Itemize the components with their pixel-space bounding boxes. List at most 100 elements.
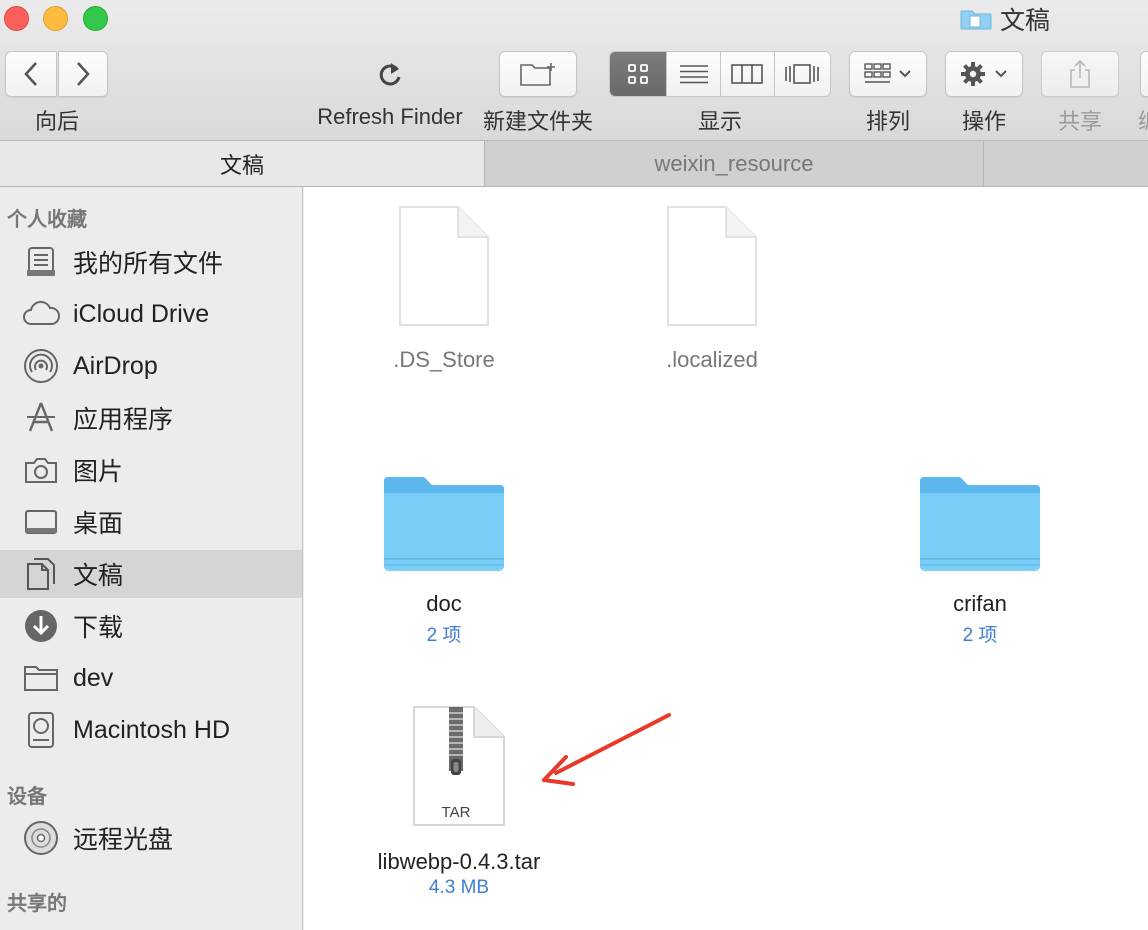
file-name: crifan: [953, 591, 1007, 616]
arrange-icon: [864, 63, 911, 83]
desktop-icon: [22, 503, 60, 541]
sidebar-item-remote-disc[interactable]: 远程光盘: [0, 814, 302, 862]
sidebar-item-label: 图片: [73, 458, 124, 486]
folder-item-doc[interactable]: doc 2 项: [364, 475, 524, 665]
back-button[interactable]: [5, 51, 57, 97]
gear-icon: [961, 62, 1007, 86]
sidebar-item-downloads[interactable]: 下载: [0, 602, 302, 650]
sidebar-item-airdrop[interactable]: AirDrop: [0, 342, 302, 390]
cloud-icon: [22, 295, 60, 333]
sidebar-item-label: 桌面: [73, 510, 124, 538]
sidebar-item-label: 远程光盘: [73, 826, 174, 854]
folder-item-crifan[interactable]: crifan 2 项: [900, 475, 1060, 665]
optical-disc-icon: [22, 819, 60, 857]
share-label: 共享: [1057, 109, 1102, 134]
blank-document-icon: [399, 206, 489, 326]
new-folder-label: 新建文件夹: [482, 109, 593, 134]
file-meta: 4.3 MB: [428, 877, 490, 898]
devices-section-title: 设备: [7, 786, 47, 808]
cover-flow-icon: [785, 64, 820, 84]
camera-icon: [22, 451, 60, 489]
refresh-button[interactable]: [370, 56, 410, 92]
sidebar-item-applications[interactable]: 应用程序: [0, 394, 302, 442]
folder-icon: [22, 659, 60, 697]
action-label: 操作: [961, 109, 1006, 134]
sidebar-item-label: Macintosh HD: [73, 715, 230, 744]
sidebar: 个人收藏 我的所有文件 iCloud Drive AirDrop 应用程序 图片…: [0, 187, 303, 930]
sidebar-item-label: dev: [73, 663, 114, 692]
file-icon-grid: .DS_Store .localized doc 2 项 crifan 2 项: [304, 187, 1148, 930]
icon-view-icon: [628, 64, 649, 84]
forward-button[interactable]: [58, 51, 108, 97]
sidebar-item-macintosh-hd[interactable]: Macintosh HD: [0, 706, 302, 754]
tab-documents[interactable]: 文稿: [0, 141, 485, 186]
window-toolbar: 文稿 向后 Refresh Finder 新建文件夹 显示 排列 操作 共享: [0, 0, 1148, 141]
minimize-window-button[interactable]: [43, 6, 68, 31]
folder-icon: [920, 477, 1040, 571]
shared-section-title: 共享的: [7, 893, 67, 915]
sidebar-item-desktop[interactable]: 桌面: [0, 498, 302, 546]
archive-badge-text: TAR: [442, 804, 471, 821]
new-folder-icon: [520, 63, 555, 86]
tab-bar: 文稿 weixin_resource: [0, 141, 1148, 187]
edit-tags-button[interactable]: [1140, 51, 1148, 97]
sidebar-item-dev[interactable]: dev: [0, 654, 302, 702]
tab-bar-empty-area: [984, 141, 1148, 186]
list-view-button[interactable]: [667, 52, 721, 96]
arrange-label: 排列: [865, 109, 910, 134]
list-view-icon: [679, 65, 708, 84]
documents-icon: [22, 555, 60, 593]
view-mode-segmented-control[interactable]: [609, 51, 831, 97]
sidebar-item-all-my-files[interactable]: 我的所有文件: [0, 238, 302, 286]
file-meta: 2 项: [962, 625, 998, 646]
icon-view-button[interactable]: [610, 52, 668, 96]
file-meta: 2 项: [426, 625, 462, 646]
refresh-icon: [379, 63, 401, 86]
folder-icon: [384, 477, 504, 571]
chevron-right-icon: [77, 62, 90, 86]
sidebar-item-documents[interactable]: 文稿: [0, 550, 302, 598]
sidebar-item-label: AirDrop: [73, 351, 158, 380]
favorites-section-title: 个人收藏: [7, 209, 87, 231]
view-label: 显示: [697, 109, 742, 134]
tar-archive-icon: TAR: [413, 706, 505, 826]
download-icon: [22, 607, 60, 645]
sidebar-item-pictures[interactable]: 图片: [0, 446, 302, 494]
file-name: doc: [426, 591, 462, 616]
file-item-localized[interactable]: .localized: [632, 205, 792, 375]
annotation-arrow: [542, 713, 671, 786]
column-view-icon: [731, 64, 764, 84]
zoom-window-button[interactable]: [83, 6, 108, 31]
sidebar-item-label: 应用程序: [73, 406, 174, 434]
new-folder-button[interactable]: [499, 51, 577, 97]
close-window-button[interactable]: [4, 6, 29, 31]
tab-weixin-resource[interactable]: weixin_resource: [485, 141, 984, 186]
hard-drive-icon: [22, 711, 60, 749]
blank-document-icon: [667, 206, 757, 326]
sidebar-item-label: iCloud Drive: [73, 299, 210, 328]
sidebar-item-icloud-drive[interactable]: iCloud Drive: [0, 290, 302, 338]
share-icon: [1070, 59, 1090, 88]
sidebar-item-label: 我的所有文件: [73, 250, 224, 278]
edit-tags-label: 编: [1138, 104, 1148, 136]
sidebar-item-label: 文稿: [73, 562, 124, 590]
window-title: 文稿: [960, 4, 1051, 35]
applications-icon: [22, 399, 60, 437]
cover-flow-button[interactable]: [774, 52, 830, 96]
action-button[interactable]: [945, 51, 1023, 97]
column-view-button[interactable]: [721, 52, 775, 96]
file-name: libwebp-0.4.3.tar: [377, 849, 541, 874]
sidebar-item-label: 下载: [73, 614, 124, 642]
all-files-icon: [22, 243, 60, 281]
arrange-button[interactable]: [849, 51, 927, 97]
back-forward-label: 向后: [34, 109, 79, 134]
refresh-label: Refresh Finder: [317, 104, 463, 129]
file-item-ds-store[interactable]: .DS_Store: [364, 205, 524, 375]
folder-icon: [960, 10, 992, 30]
airdrop-icon: [22, 347, 60, 385]
chevron-left-icon: [24, 62, 37, 86]
window-title-text: 文稿: [1000, 7, 1051, 35]
file-name: .localized: [666, 347, 758, 372]
file-name: .DS_Store: [393, 347, 495, 372]
share-button[interactable]: [1041, 51, 1119, 97]
